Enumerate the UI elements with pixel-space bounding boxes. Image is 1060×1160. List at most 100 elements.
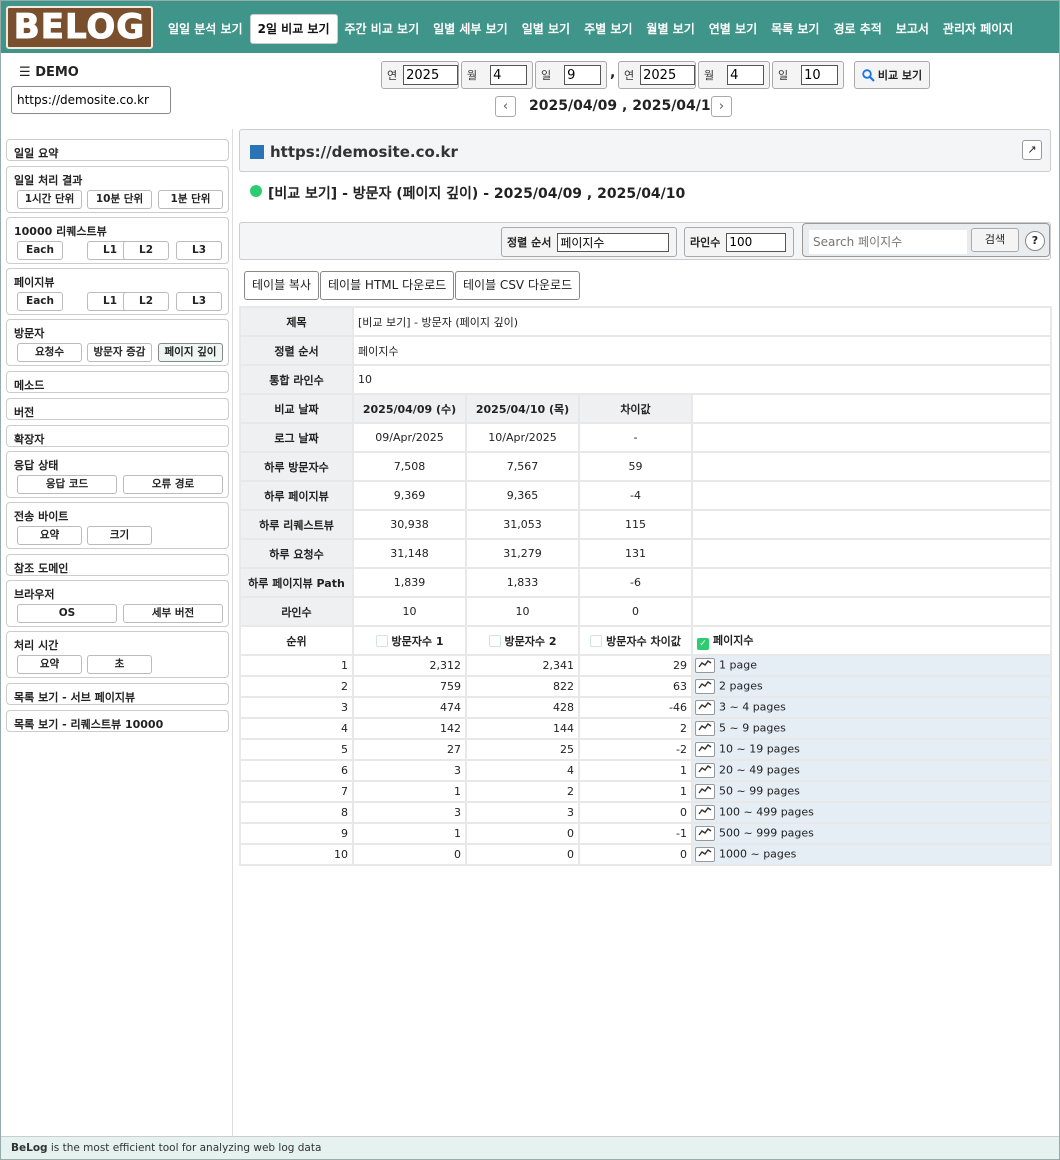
table-row: 3 474 428 -46 3 ~ 4 pages (239, 696, 1052, 719)
nav-tab[interactable]: 관리자 페이지 (936, 14, 1020, 44)
from-year-input[interactable] (403, 65, 459, 85)
empty-cell (691, 393, 1052, 424)
expand-icon[interactable]: ↗ (1022, 140, 1042, 160)
sidebar-button[interactable]: 크기 (87, 526, 152, 545)
pages-cell: 3 ~ 4 pages (691, 696, 1052, 719)
pages-label: 5 ~ 9 pages (719, 721, 786, 735)
help-button[interactable]: ? (1025, 231, 1045, 251)
sidebar-group-list-sub[interactable]: 목록 보기 - 서브 페이지뷰 (6, 683, 229, 705)
site-url-input[interactable] (11, 86, 171, 114)
checkbox-icon[interactable] (590, 634, 603, 647)
sidebar-button[interactable]: L3 (176, 241, 222, 260)
rank-cell: 7 (239, 780, 354, 803)
sidebar-button[interactable]: 초 (87, 655, 152, 674)
to-day-input[interactable] (801, 65, 839, 85)
pages-cell: 1 page (691, 654, 1052, 677)
checkbox-checked-icon[interactable]: ✓ (697, 637, 709, 650)
graph-icon[interactable] (695, 658, 715, 673)
sidebar-button[interactable]: L2 (123, 241, 169, 260)
sidebar-button[interactable]: L2 (123, 292, 169, 311)
sidebar-button[interactable]: 방문자 증감 (87, 343, 152, 362)
v2-cell: 428 (465, 696, 580, 719)
checkbox-icon[interactable] (488, 634, 501, 647)
sort-order-input[interactable] (557, 232, 670, 252)
sidebar-button[interactable]: 세부 버전 (123, 604, 223, 623)
sidebar-button[interactable]: L3 (176, 292, 222, 311)
nav-tab[interactable]: 목록 보기 (764, 14, 826, 44)
sidebar-group-list-req[interactable]: 목록 보기 - 리퀘스트뷰 10000 (6, 710, 229, 732)
sidebar-button[interactable]: 오류 경로 (123, 475, 223, 494)
col-header-v2[interactable]: 방문자수 2 (465, 625, 580, 656)
search-button[interactable]: 검색 (971, 228, 1019, 252)
graph-icon[interactable] (695, 700, 715, 715)
search-input[interactable] (809, 230, 967, 254)
sidebar-group-method[interactable]: 메소드 (6, 371, 229, 393)
graph-icon[interactable] (695, 805, 715, 820)
graph-icon[interactable] (695, 826, 715, 841)
nav-tab[interactable]: 2일 비교 보기 (249, 14, 338, 44)
sidebar-button[interactable]: 1분 단위 (158, 190, 223, 209)
sidebar-button[interactable]: 페이지 깊이 (158, 343, 223, 362)
sidebar-button[interactable]: 요약 (17, 655, 82, 674)
sidebar-group-extension[interactable]: 확장자 (6, 425, 229, 447)
sidebar-button[interactable]: 요청수 (17, 343, 82, 362)
pages-cell: 50 ~ 99 pages (691, 780, 1052, 803)
rank-cell: 8 (239, 801, 354, 824)
nav-tab[interactable]: 일일 분석 보기 (161, 14, 250, 44)
col-header: 순위 (239, 625, 354, 656)
sidebar-group-referer[interactable]: 참조 도메인 (6, 554, 229, 576)
from-day-input[interactable] (564, 65, 602, 85)
nav-tab[interactable]: 일별 보기 (515, 14, 577, 44)
graph-icon[interactable] (695, 763, 715, 778)
graph-icon[interactable] (695, 784, 715, 799)
col-header-diff[interactable]: 방문자수 차이값 (578, 625, 693, 656)
sidebar-button[interactable]: OS (17, 604, 117, 623)
cell-value: 09/Apr/2025 (352, 422, 467, 453)
graph-icon[interactable] (695, 847, 715, 862)
hamburger-icon[interactable]: ☰ (19, 65, 31, 80)
empty-cell (691, 596, 1052, 627)
next-date-button[interactable]: › (711, 96, 732, 117)
line-count-input[interactable] (726, 232, 787, 252)
sidebar-group-daily-summary[interactable]: 일일 요약 (6, 139, 229, 161)
table-row: 4 142 144 2 5 ~ 9 pages (239, 717, 1052, 740)
graph-icon[interactable] (695, 721, 715, 736)
footer: BeLog is the most efficient tool for ana… (1, 1136, 1059, 1159)
sidebar-button[interactable]: 1시간 단위 (17, 190, 82, 209)
col-header-pages[interactable]: ✓ 페이지수 (691, 625, 1052, 656)
nav-tab[interactable]: 연별 보기 (702, 14, 764, 44)
sidebar-button[interactable]: Each (17, 241, 63, 260)
belog-logo[interactable]: BELOG (6, 6, 153, 49)
to-year-input[interactable] (640, 65, 696, 85)
sidebar-group-version[interactable]: 버전 (6, 398, 229, 420)
from-day-box: 일 (535, 61, 607, 89)
to-month-input[interactable] (727, 65, 765, 85)
v1-cell: 2,312 (352, 654, 467, 677)
sidebar-button[interactable]: Each (17, 292, 63, 311)
cell-value: 31,279 (465, 538, 580, 569)
nav-tab[interactable]: 주간 비교 보기 (338, 14, 427, 44)
sidebar-button[interactable]: 10분 단위 (87, 190, 152, 209)
cell-value: 9,365 (465, 480, 580, 511)
graph-icon[interactable] (695, 679, 715, 694)
compare-view-button[interactable]: 비교 보기 (854, 61, 930, 89)
menu-title[interactable]: ☰ DEMO (19, 65, 79, 80)
nav-tab[interactable]: 주별 보기 (577, 14, 639, 44)
from-month-input[interactable] (490, 65, 528, 85)
sidebar-button[interactable]: 요약 (17, 526, 82, 545)
html-download-button[interactable]: 테이블 HTML 다운로드 (320, 271, 455, 300)
nav-tab[interactable]: 보고서 (889, 14, 936, 44)
col-header-v1[interactable]: 방문자수 1 (352, 625, 467, 656)
nav-tab[interactable]: 경로 추적 (826, 14, 888, 44)
prev-date-button[interactable]: ‹ (495, 96, 516, 117)
csv-download-button[interactable]: 테이블 CSV 다운로드 (455, 271, 581, 300)
to-month-box: 월 (698, 61, 770, 89)
diff-cell: -1 (578, 822, 693, 845)
nav-tab[interactable]: 일별 세부 보기 (426, 14, 515, 44)
copy-table-button[interactable]: 테이블 복사 (244, 271, 320, 300)
checkbox-icon[interactable] (375, 634, 388, 647)
status-dot-icon (250, 185, 262, 197)
nav-tab[interactable]: 월별 보기 (639, 14, 701, 44)
sidebar-button[interactable]: 응답 코드 (17, 475, 117, 494)
graph-icon[interactable] (695, 742, 715, 757)
